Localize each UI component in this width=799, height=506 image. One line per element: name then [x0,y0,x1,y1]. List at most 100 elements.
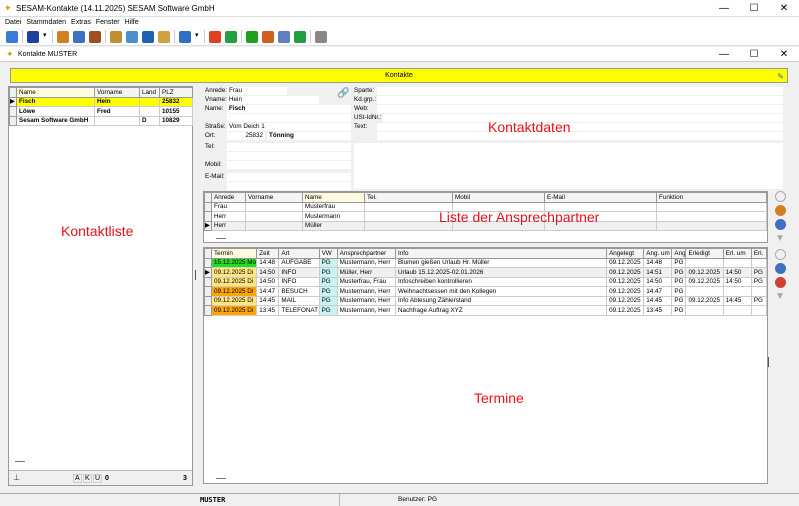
handshake-icon[interactable] [262,30,274,43]
ort-field[interactable]: Tönning [267,132,351,140]
filter-u[interactable]: U [93,474,103,483]
excel-icon[interactable] [225,30,237,43]
person-search-icon[interactable] [775,263,786,274]
person-search-icon[interactable] [775,205,786,216]
table-row[interactable]: 09.12.2025 Di 13:45 TELEFONAT PG Mustermann,… [203,305,768,316]
splitter-handle[interactable] [216,478,226,479]
filter-icon[interactable]: ▼ [775,233,786,244]
table-row[interactable]: 09.12.2025 Di 14:45 MAIL PG Mustermann, Herr… [203,295,768,306]
vertical-splitter[interactable] [195,270,196,280]
menu-extras[interactable]: Extras [71,17,91,28]
child-maximize-button[interactable]: ☐ [739,47,769,62]
splitter-handle[interactable] [216,238,226,239]
stamp-icon[interactable] [57,30,69,43]
save-dropdown-icon[interactable]: ▾ [43,31,48,43]
search-icon[interactable] [110,30,122,43]
column-header[interactable]: E-Mail [544,192,657,203]
email2-field[interactable] [227,182,351,190]
column-header[interactable]: Angelegt [606,248,645,259]
anrede-field[interactable]: Frau [227,87,287,95]
screen-dropdown-icon[interactable]: ▾ [195,31,200,43]
column-header[interactable]: Name [16,87,95,98]
text2-field[interactable] [377,132,783,140]
vname-field[interactable]: Hein [227,96,319,104]
strasse-field[interactable]: Vom Deich 1 [227,123,351,131]
menu-hilfe[interactable]: Hilfe [125,17,139,28]
up-arrow-icon[interactable] [294,30,306,43]
column-header[interactable]: Land [139,87,160,98]
filter-icon[interactable]: ▼ [775,291,786,302]
plz-field[interactable]: 25832 [227,132,265,140]
column-header[interactable]: Mobil [452,192,545,203]
minimize-button[interactable]: — [709,0,739,17]
column-header[interactable]: Erl. um [722,248,752,259]
column-header[interactable]: Ang. [671,248,687,259]
name2-field[interactable] [227,114,351,122]
person-check-icon[interactable] [775,277,786,288]
column-header[interactable]: Anrede [211,192,246,203]
column-header[interactable]: Name [302,192,365,203]
column-header[interactable]: Termin [211,248,258,259]
column-header[interactable]: Info [394,248,608,259]
alarm-icon[interactable] [209,30,221,43]
column-header[interactable]: Vorname [245,192,303,203]
child-minimize-button[interactable]: — [709,47,739,62]
column-header[interactable]: Ansprechpartner [336,248,396,259]
table-row[interactable]: Löwe Fred 10155 [9,106,193,117]
tel2-field[interactable] [227,152,351,160]
tel-field[interactable] [227,143,351,151]
table-row[interactable]: Sesam Software GmbH D 10829 [9,115,193,126]
checkmark-icon[interactable] [246,30,258,43]
close-button[interactable]: ✕ [769,0,799,17]
table-row[interactable]: ▶ 09.12.2025 Di 14:50 INFO PG Müller, Herr Url… [203,267,768,278]
name-field[interactable]: Fisch [227,105,351,113]
edit-icon[interactable]: ✎ [777,70,784,83]
calendar-icon[interactable] [73,30,85,43]
attachment-icon[interactable]: 🔗 [337,88,349,99]
search-icon[interactable] [775,219,786,230]
menu-stammdaten[interactable]: Stammdaten [26,17,66,28]
column-header[interactable]: Erledigt [685,248,724,259]
table-row[interactable]: 15.12.2025 Mo 14:48 AUFGABE PG Mustermann, H… [203,257,768,268]
column-header[interactable]: PLZ [159,87,193,98]
menu-datei[interactable]: Datei [5,17,21,28]
child-close-button[interactable]: ✕ [769,47,799,62]
text-field[interactable] [377,123,783,131]
kdgrp-field[interactable] [377,96,783,104]
column-header[interactable]: Ang. um [643,248,673,259]
column-header[interactable]: Vorname [94,87,140,98]
ustid-field[interactable] [383,114,783,122]
contacts-icon[interactable] [89,30,101,43]
cancel-icon[interactable] [775,191,786,202]
table-row[interactable]: ▶ Fisch Hein 25832 [9,96,193,107]
cancel-icon[interactable] [775,249,786,260]
filter-a[interactable]: A [73,474,82,483]
screen-icon[interactable] [179,30,191,43]
menu-fenster[interactable]: Fenster [96,17,120,28]
table-row[interactable]: 09.12.2025 Di 14:50 INFO PG Musterfrau, Frau… [203,276,768,287]
phone-book-icon[interactable] [142,30,154,43]
scroll-handle[interactable] [768,357,769,367]
stopwatch-icon[interactable] [278,30,290,43]
column-header[interactable]: Zeit [256,248,280,259]
exit-icon[interactable] [6,30,18,43]
filter-icon[interactable]: ⊥ [13,473,20,482]
column-header[interactable]: Erl. [750,248,768,259]
save-icon[interactable] [27,30,39,43]
search-window-icon[interactable] [126,30,138,43]
splitter-handle[interactable] [15,461,25,462]
maximize-button[interactable]: ☐ [739,0,769,17]
email-field[interactable] [227,173,351,181]
notes-area[interactable] [354,143,783,189]
column-header[interactable]: Tel. [364,192,453,203]
cancel-icon[interactable] [315,30,327,43]
column-header[interactable]: VW [318,248,338,259]
column-header[interactable]: Funktion [656,192,767,203]
column-header[interactable]: Art [278,248,320,259]
table-row[interactable]: 09.12.2025 Di 14:47 BESUCH PG Mustermann, He… [203,286,768,297]
filter-k[interactable]: K [83,474,92,483]
mobil-field[interactable] [227,161,351,169]
web-field[interactable] [377,105,783,113]
folder-search-icon[interactable] [158,30,170,43]
sparte-field[interactable] [377,87,783,95]
